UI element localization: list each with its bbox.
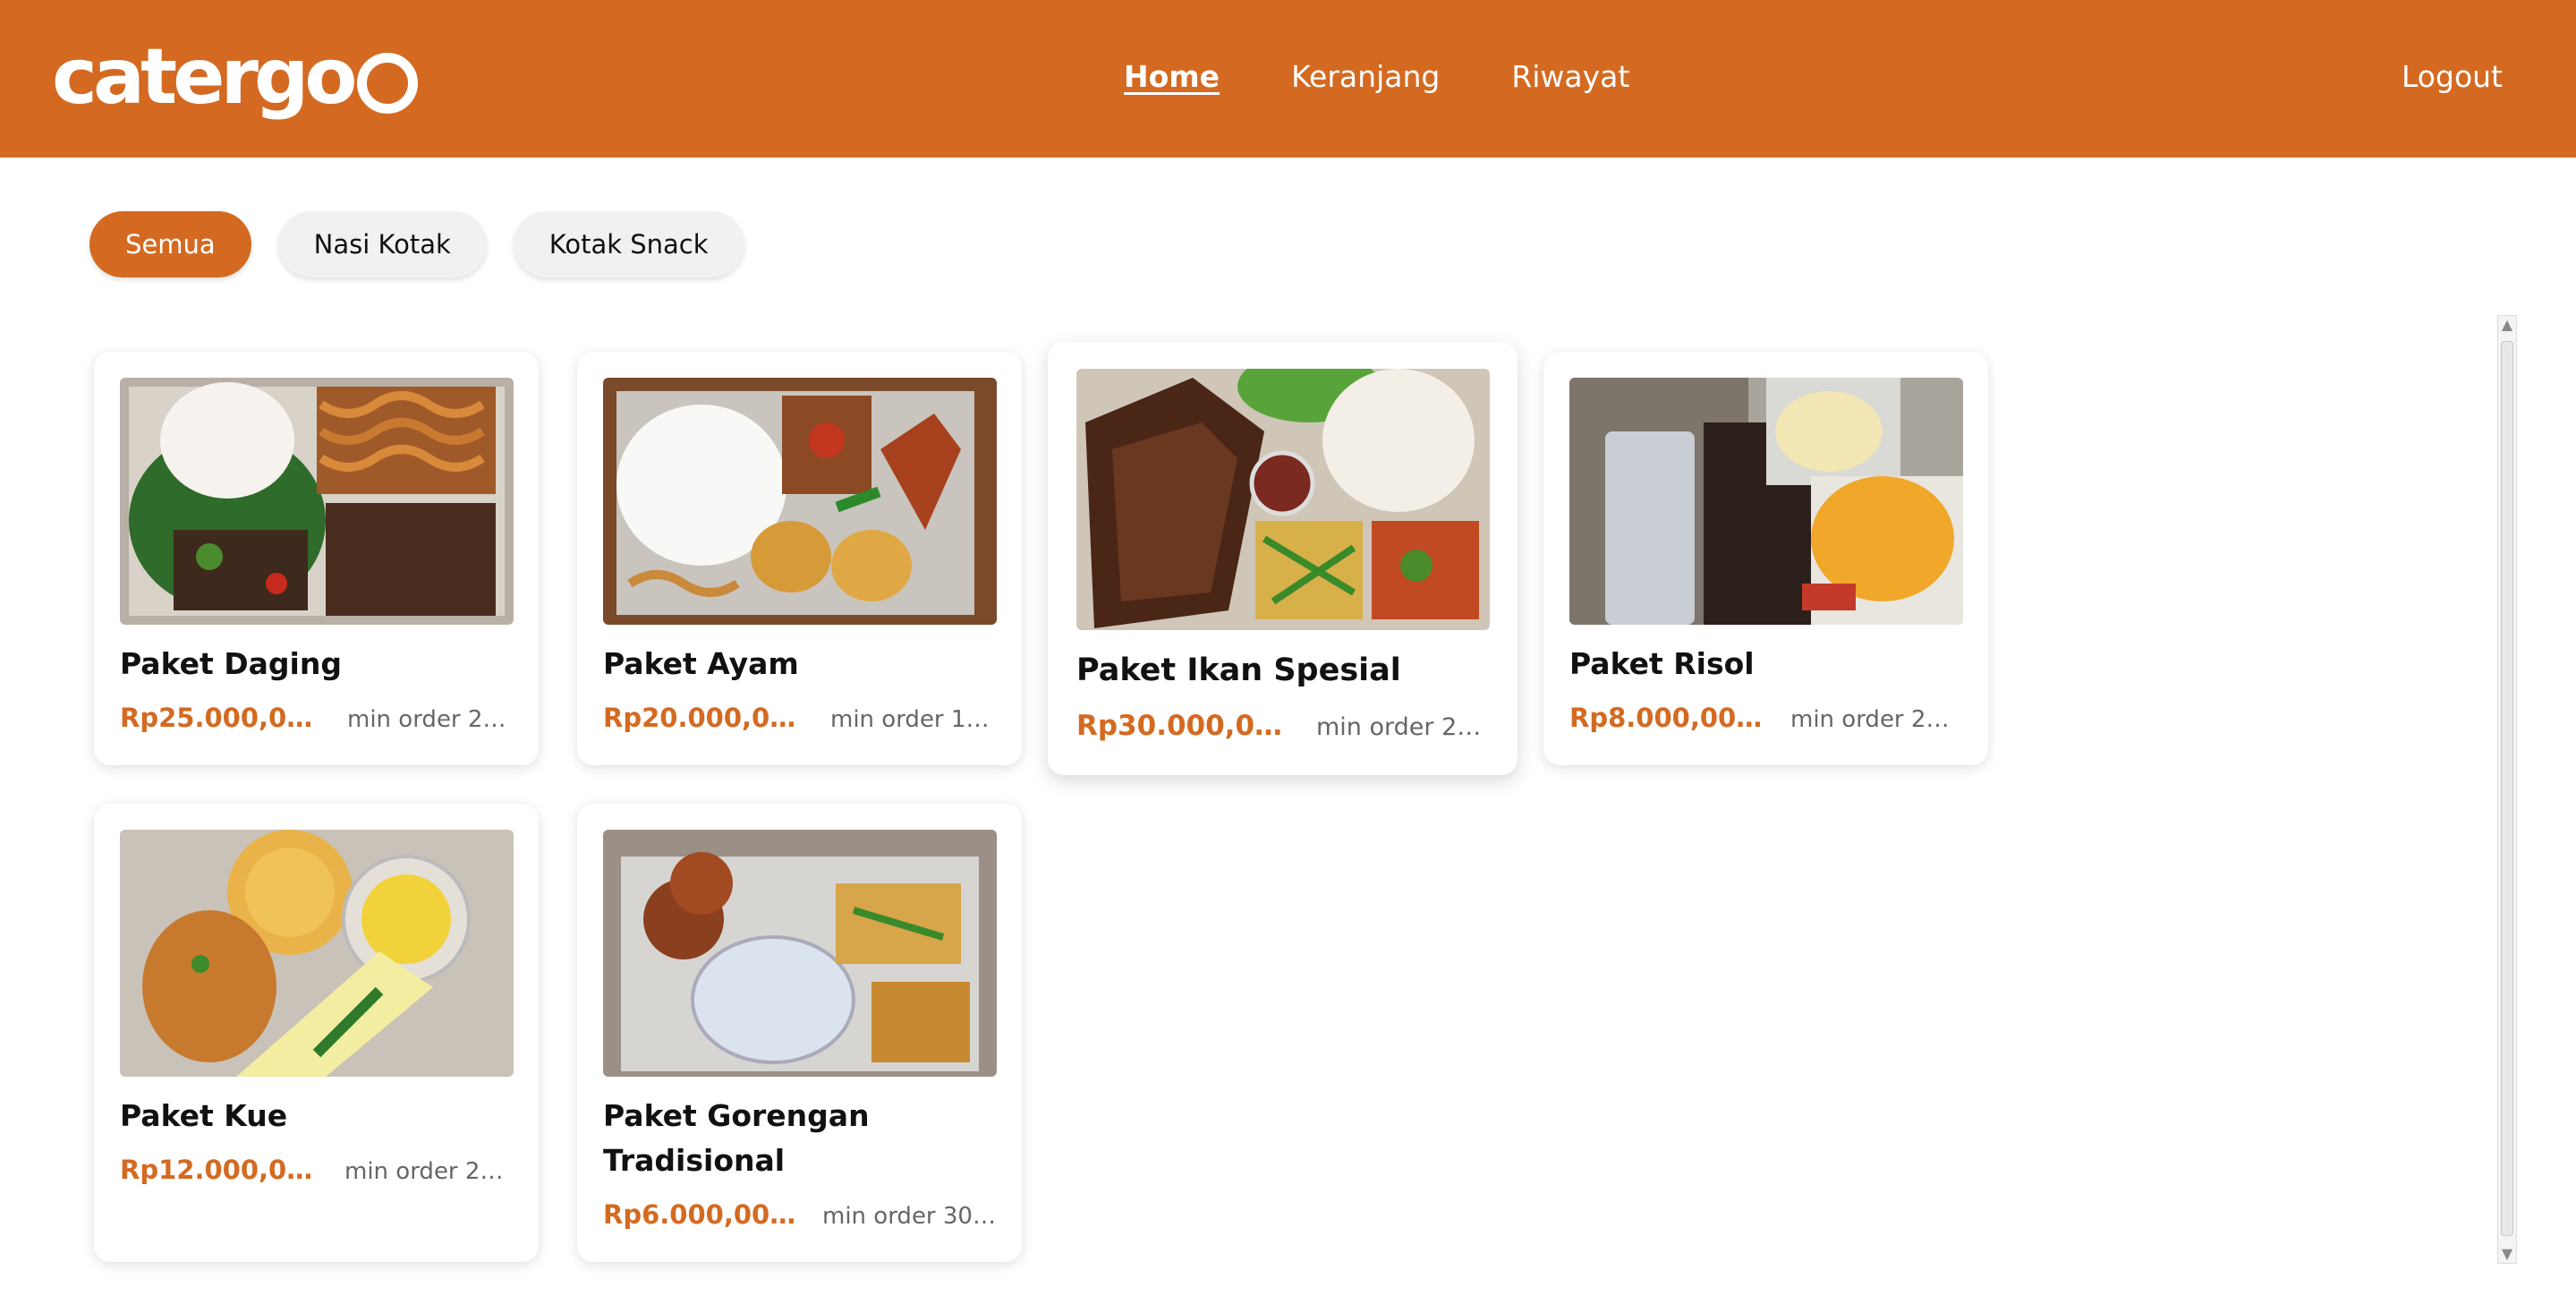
vertical-scrollbar[interactable]: ▲ ▼	[2497, 315, 2517, 1264]
scroll-down-icon[interactable]: ▼	[2498, 1245, 2516, 1263]
product-min-order: min order 15p...	[830, 706, 997, 733]
product-price: Rp25.000,00/...	[120, 703, 317, 733]
product-card-paket-daging[interactable]: Paket Daging Rp25.000,00/... min order 2…	[94, 352, 539, 765]
product-image	[603, 378, 997, 625]
product-price: Rp30.000,00/...	[1076, 710, 1284, 742]
product-card-paket-kue[interactable]: Paket Kue Rp12.000,00/p... min order 20p…	[94, 804, 539, 1262]
product-name: Paket Ayam	[603, 646, 799, 681]
product-name: Paket Ikan Spesial	[1076, 652, 1401, 688]
product-image	[603, 830, 997, 1077]
product-min-order: min order 25p...	[1790, 706, 1963, 733]
product-price: Rp6.000,00/p...	[603, 1199, 804, 1230]
product-price: Rp8.000,00/p...	[1569, 703, 1766, 733]
product-image	[120, 830, 514, 1077]
product-price: Rp20.000,00/...	[603, 703, 800, 733]
product-image	[1076, 369, 1490, 630]
scroll-up-icon[interactable]: ▲	[2498, 316, 2516, 334]
product-image	[120, 378, 514, 625]
product-min-order: min order 20p...	[344, 1158, 514, 1185]
product-card-paket-ayam[interactable]: Paket Ayam Rp20.000,00/... min order 15p…	[577, 352, 1022, 765]
product-name: Paket Gorengan Tradisional	[603, 1098, 870, 1178]
scrollbar-thumb[interactable]	[2501, 341, 2513, 1236]
product-card-paket-gorengan-tradisional[interactable]: Paket Gorengan Tradisional Rp6.000,00/p.…	[577, 804, 1022, 1262]
product-name: Paket Daging	[120, 646, 342, 681]
product-min-order: min order 20...	[347, 706, 514, 733]
product-name: Paket Risol	[1569, 646, 1755, 681]
product-image	[1569, 378, 1963, 625]
product-name: Paket Kue	[120, 1098, 288, 1133]
product-grid: Paket Daging Rp25.000,00/... min order 2…	[0, 0, 2576, 1313]
product-card-paket-ikan-spesial[interactable]: Paket Ikan Spesial Rp30.000,00/... min o…	[1048, 342, 1518, 775]
product-min-order: min order 30p...	[822, 1203, 997, 1230]
product-price: Rp12.000,00/p...	[120, 1155, 326, 1185]
product-card-paket-risol[interactable]: Paket Risol Rp8.000,00/p... min order 25…	[1543, 352, 1988, 765]
product-min-order: min order 25...	[1316, 713, 1490, 741]
